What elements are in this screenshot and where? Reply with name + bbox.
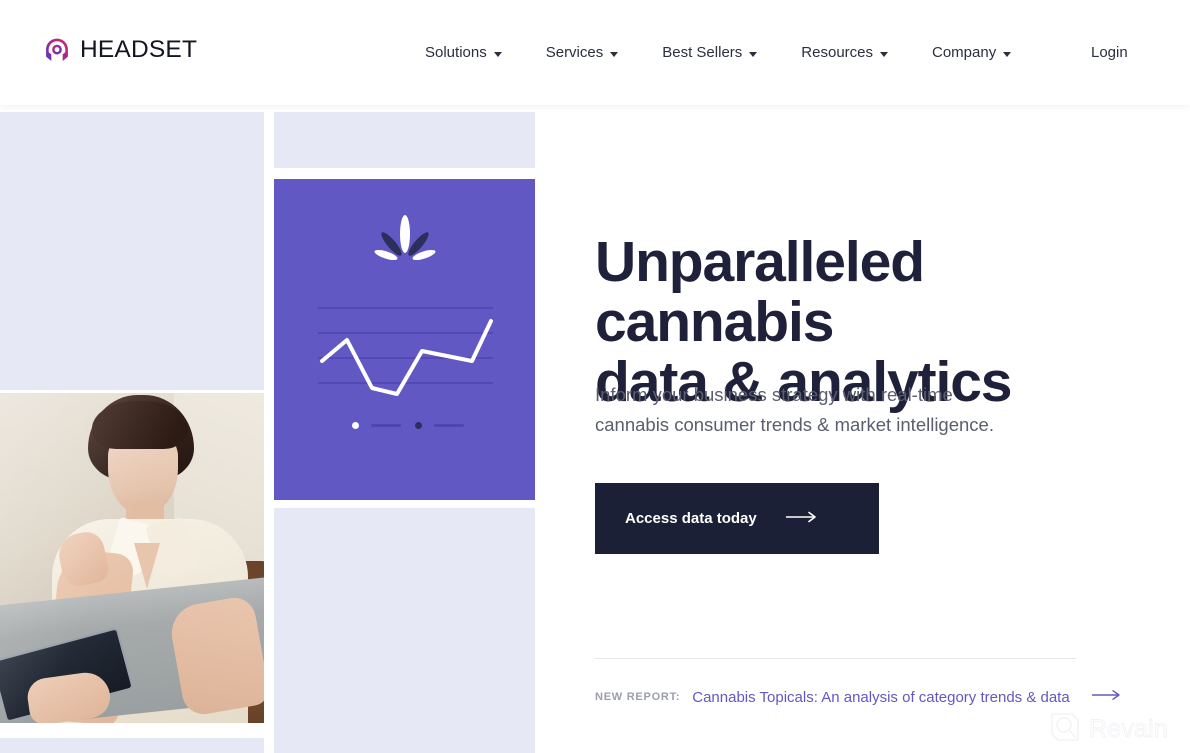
report-link[interactable]: Cannabis Topicals: An analysis of catego… <box>692 689 1069 706</box>
arrow-right-icon <box>785 510 818 528</box>
headset-arch-logo-icon <box>43 36 71 64</box>
line-chart-icon <box>274 299 535 414</box>
arrow-right-icon <box>1091 688 1122 706</box>
subhead-line-1: Inform your business strategy with real-… <box>595 384 953 405</box>
legend-entry-2 <box>415 422 464 429</box>
hero-subheading: Inform your business strategy with real-… <box>595 380 1045 440</box>
hero-section: Unparalleled cannabis data & analytics I… <box>0 105 1190 753</box>
nav-label: Services <box>545 44 604 61</box>
photo-hair-front <box>92 401 188 449</box>
chevron-down-icon <box>880 51 888 57</box>
nav-item-company[interactable]: Company <box>932 38 1012 67</box>
chevron-down-icon <box>493 51 502 57</box>
legend-entry-1 <box>352 422 401 429</box>
nav-item-services[interactable]: Services <box>546 38 619 67</box>
new-report-row: NEW REPORT: Cannabis Topicals: An analys… <box>595 688 1122 706</box>
logo-wordmark: HEADSET <box>80 35 198 63</box>
access-data-today-button[interactable]: Access data today <box>595 483 879 554</box>
legend-dash-icon <box>371 424 401 427</box>
headline-line-1: Unparalleled cannabis <box>595 230 925 354</box>
logo[interactable]: HEADSET <box>43 36 197 64</box>
chevron-down-icon <box>1003 51 1012 57</box>
placeholder-tile-bottom-left <box>0 738 264 753</box>
cannabis-leaf-icon <box>374 215 436 272</box>
hero-divider <box>595 658 1076 659</box>
report-kicker: NEW REPORT: <box>595 691 681 703</box>
subhead-line-2: cannabis consumer trends & market intell… <box>595 413 994 435</box>
chevron-down-icon <box>749 51 758 57</box>
placeholder-tile-top-mid <box>274 112 535 168</box>
legend-dash-icon <box>434 424 464 427</box>
chevron-down-icon <box>610 51 619 57</box>
placeholder-tile-top-left <box>0 112 264 390</box>
nav-label: Resources <box>801 44 873 61</box>
legend-dot-icon <box>352 422 359 429</box>
nav-label: Solutions <box>425 44 487 61</box>
primary-navigation: Solutions Services Best Sellers Resource… <box>425 0 1012 105</box>
placeholder-tile-bottom-mid <box>274 508 535 753</box>
promo-card-legend <box>352 422 464 429</box>
hero-photo <box>0 393 264 723</box>
site-header: HEADSET Solutions Services Best Sellers … <box>0 0 1190 105</box>
nav-item-resources[interactable]: Resources <box>801 38 888 67</box>
nav-item-solutions[interactable]: Solutions <box>425 38 502 67</box>
promo-card[interactable] <box>274 179 535 500</box>
nav-label: Company <box>932 44 997 61</box>
nav-item-best-sellers[interactable]: Best Sellers <box>662 38 758 67</box>
nav-label: Best Sellers <box>662 44 743 61</box>
cta-label: Access data today <box>625 510 757 527</box>
legend-dot-icon <box>415 422 422 429</box>
login-link[interactable]: Login <box>1091 0 1128 105</box>
